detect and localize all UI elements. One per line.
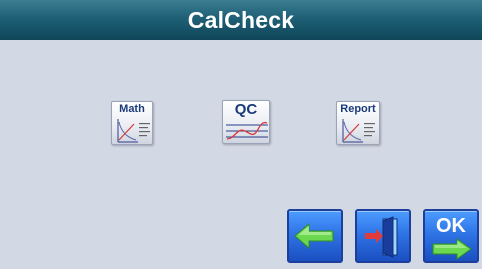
- green-arrow-left-icon: [294, 222, 334, 250]
- exit-door-icon: [365, 216, 398, 258]
- qc-app-button[interactable]: QC: [222, 100, 270, 144]
- math-app-label: Math: [119, 103, 145, 115]
- report-app-label: Report: [340, 103, 376, 115]
- back-button[interactable]: [287, 209, 343, 263]
- qc-app-label: QC: [234, 101, 258, 118]
- math-app-button[interactable]: Math: [111, 101, 153, 145]
- exit-button[interactable]: [355, 209, 411, 263]
- ok-button[interactable]: OK: [423, 209, 479, 263]
- title-bar: CalCheck: [0, 0, 482, 40]
- green-arrow-right-icon: [432, 238, 472, 260]
- window-title: CalCheck: [187, 6, 295, 33]
- report-app-button[interactable]: Report: [336, 101, 380, 145]
